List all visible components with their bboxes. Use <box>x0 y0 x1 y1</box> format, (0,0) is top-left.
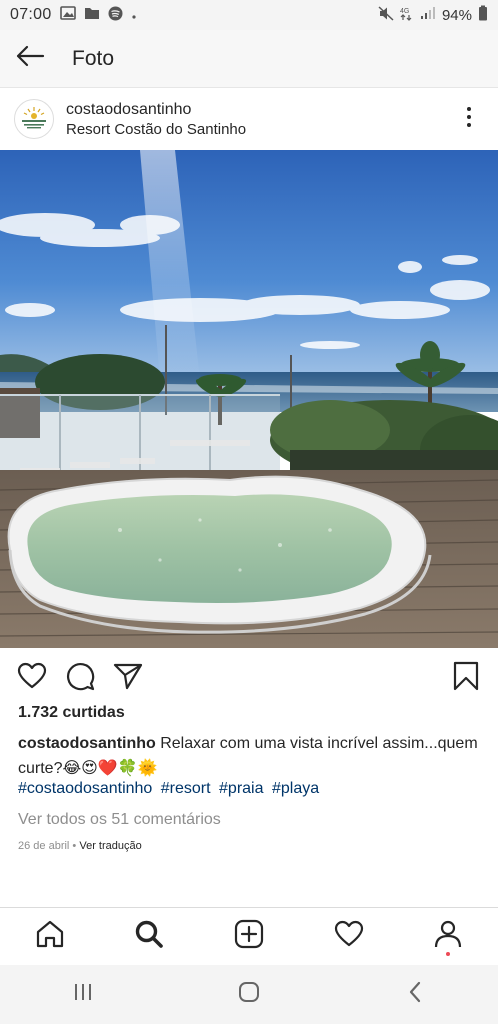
system-nav-bar <box>0 965 498 1024</box>
dot-icon <box>131 7 137 24</box>
post-photo[interactable] <box>0 150 498 648</box>
chevron-left-icon <box>407 981 423 1008</box>
battery-icon <box>478 5 488 25</box>
profile-icon <box>433 919 463 954</box>
post-location[interactable]: Resort Costão do Santinho <box>66 121 246 138</box>
status-time: 07:00 <box>10 6 52 23</box>
post-username[interactable]: costaodosantinho <box>66 101 246 119</box>
hashtag-link[interactable]: #costaodosantinho <box>18 780 152 797</box>
post-actions <box>0 656 498 700</box>
more-options-button[interactable] <box>454 99 484 139</box>
home-icon <box>35 919 65 954</box>
post-date: 26 de abril <box>18 840 70 852</box>
comment-button[interactable] <box>62 660 98 696</box>
translate-link[interactable]: Ver tradução <box>79 840 141 852</box>
hashtag-link[interactable]: #praia <box>219 780 263 797</box>
home-system-icon <box>237 980 261 1009</box>
hashtag-list: #costaodosantinho #resort #praia #playa <box>18 780 323 798</box>
bookmark-icon <box>453 661 479 696</box>
nav-search[interactable] <box>124 912 174 962</box>
more-vertical-icon <box>466 106 472 133</box>
share-button[interactable] <box>110 660 146 696</box>
bottom-nav <box>0 907 498 965</box>
arrow-left-icon <box>15 45 45 72</box>
post-header: costaodosantinho Resort Costão do Santin… <box>0 89 498 149</box>
spotify-icon <box>108 6 123 25</box>
mute-icon <box>378 5 394 25</box>
hashtag-link[interactable]: #resort <box>161 780 211 797</box>
comment-icon <box>65 661 95 696</box>
back-system-button[interactable] <box>385 970 445 1020</box>
nav-home[interactable] <box>25 912 75 962</box>
battery-percent: 94% <box>441 6 472 24</box>
post-meta: 26 de abril • Ver tradução <box>18 840 142 852</box>
like-count[interactable]: 1.732 curtidas <box>18 704 125 722</box>
gallery-icon <box>59 6 76 24</box>
notification-dot <box>446 951 451 956</box>
add-post-icon <box>234 919 264 954</box>
send-icon <box>113 662 143 695</box>
heart-icon <box>17 662 47 695</box>
caption-username[interactable]: costaodosantinho <box>18 735 156 752</box>
like-button[interactable] <box>14 660 50 696</box>
nav-add-post[interactable] <box>224 912 274 962</box>
page-title: Foto <box>72 46 115 70</box>
avatar[interactable] <box>14 99 54 139</box>
folder-icon <box>84 6 100 24</box>
hashtag-link[interactable]: #playa <box>272 780 319 797</box>
heart-icon <box>334 920 364 953</box>
back-button[interactable] <box>0 30 60 88</box>
recent-apps-icon <box>72 982 94 1007</box>
save-button[interactable] <box>448 660 484 696</box>
view-comments-link[interactable]: Ver todos os 51 comentários <box>18 811 221 829</box>
recent-apps-button[interactable] <box>53 970 113 1020</box>
signal-icon <box>420 6 436 24</box>
status-bar: 07:00 4G 94% <box>0 0 498 30</box>
network-icon: 4G <box>400 6 414 25</box>
post-caption: costaodosantinho Relaxar com uma vista i… <box>18 731 478 781</box>
app-header: Foto <box>0 30 498 88</box>
resort-logo-icon <box>17 102 51 136</box>
nav-activity[interactable] <box>324 912 374 962</box>
nav-profile[interactable] <box>423 912 473 962</box>
svg-text:4G: 4G <box>400 8 409 15</box>
home-system-button[interactable] <box>219 970 279 1020</box>
meta-separator: • <box>69 840 80 852</box>
post-image <box>0 150 498 648</box>
search-icon <box>134 919 164 954</box>
